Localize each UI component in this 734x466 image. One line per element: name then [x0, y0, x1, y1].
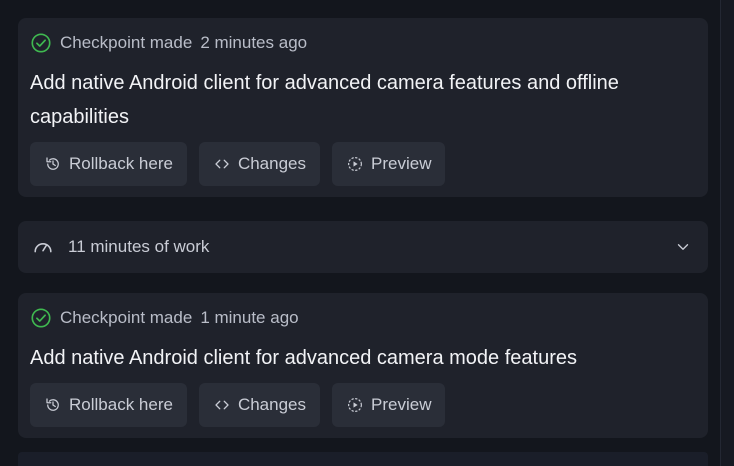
checkpoint-status-row: Checkpoint made 1 minute ago [30, 307, 299, 329]
checkpoint-time: 1 minute ago [200, 308, 299, 327]
work-summary-toggle[interactable]: 11 minutes of work [18, 221, 708, 273]
preview-icon [348, 157, 362, 171]
changes-label: Changes [237, 154, 307, 173]
checkpoint-card: Checkpoint made 2 minutes ago Add native… [18, 18, 708, 197]
rollback-icon [46, 157, 59, 170]
checkpoint-time: 2 minutes ago [200, 33, 308, 52]
checkpoint-card: Checkpoint made 1 minute ago Add native … [18, 293, 708, 438]
preview-icon [348, 398, 362, 412]
rollback-label: Rollback here [69, 395, 173, 414]
checkpoint-title: Add native Android client for advanced c… [30, 347, 577, 369]
changes-button[interactable]: Changes [198, 383, 321, 427]
code-icon [215, 400, 229, 410]
rollback-icon [46, 398, 59, 411]
checkpoint-actions: Rollback here Changes Preview [30, 383, 446, 427]
check-circle-icon [31, 33, 51, 53]
preview-button[interactable]: Preview [332, 142, 446, 186]
speedometer-icon [34, 243, 52, 253]
checkpoint-status-row: Checkpoint made 2 minutes ago [30, 32, 307, 54]
checkpoint-actions: Rollback here Changes Preview [30, 142, 446, 186]
code-icon [215, 159, 229, 169]
rollback-label: Rollback here [69, 154, 173, 173]
chevron-down-icon[interactable] [674, 238, 692, 256]
rollback-button[interactable]: Rollback here [30, 142, 187, 186]
checkpoint-status: Checkpoint made [60, 308, 193, 327]
changes-button[interactable]: Changes [198, 142, 321, 186]
work-summary-label: 11 minutes of work [68, 237, 210, 256]
preview-label: Preview [371, 154, 432, 173]
preview-label: Preview [371, 395, 432, 414]
next-message-edge [18, 452, 708, 466]
preview-button[interactable]: Preview [332, 383, 446, 427]
checkpoint-status: Checkpoint made [60, 33, 193, 52]
checkpoint-title: Add native Android client for advanced c… [30, 72, 619, 128]
changes-label: Changes [237, 395, 307, 414]
check-circle-icon [31, 308, 51, 328]
rollback-button[interactable]: Rollback here [30, 383, 187, 427]
scrollbar-track[interactable] [720, 0, 734, 466]
